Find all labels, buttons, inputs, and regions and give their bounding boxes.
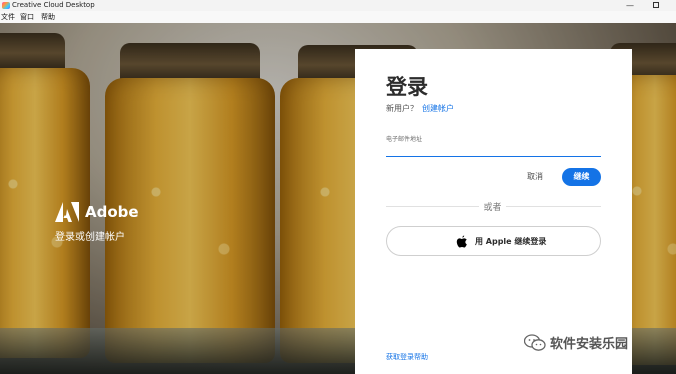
cancel-button[interactable]: 取消 [521,169,549,185]
or-separator: 或者 [483,203,502,213]
maximize-button[interactable] [644,0,668,11]
divider [386,206,479,207]
window-title: Creative Cloud Desktop [12,1,95,9]
menu-help[interactable]: 帮助 [41,11,55,23]
divider [506,206,601,207]
email-label: 电子邮件地址 [386,136,423,143]
maximize-icon [653,2,659,8]
adobe-logo-icon [55,202,79,222]
login-card: 登录 新用户？ 创建帐户 电子邮件地址 取消 继续 或者 用 Apple 继续登… [355,49,632,374]
brand-name: Adobe [85,203,139,221]
menu-bar: 文件 窗口 帮助 [0,11,676,23]
minimize-button[interactable]: — [618,0,642,11]
apple-signin-label: 用 Apple 继续登录 [475,237,547,246]
watermark: 软件安装乐园 [524,333,628,352]
window-title-bar: Creative Cloud Desktop — [0,0,676,11]
apple-signin-button[interactable]: 用 Apple 继续登录 [386,226,601,256]
signin-help-link[interactable]: 获取登录帮助 [386,352,428,362]
watermark-text: 软件安装乐园 [550,337,629,352]
continue-button[interactable]: 继续 [562,168,601,186]
brand-subtitle: 登录或创建帐户 [55,232,125,243]
page-title: 登录 [386,75,428,99]
menu-file[interactable]: 文件 [1,11,15,23]
menu-window[interactable]: 窗口 [20,11,34,23]
creative-cloud-icon [2,2,10,9]
new-user-text: 新用户？ [386,104,418,113]
create-account-link[interactable]: 创建帐户 [422,103,454,114]
wechat-icon [524,333,546,351]
adobe-brand: Adobe [55,202,139,222]
apple-icon [456,235,467,248]
email-field[interactable] [386,143,601,157]
